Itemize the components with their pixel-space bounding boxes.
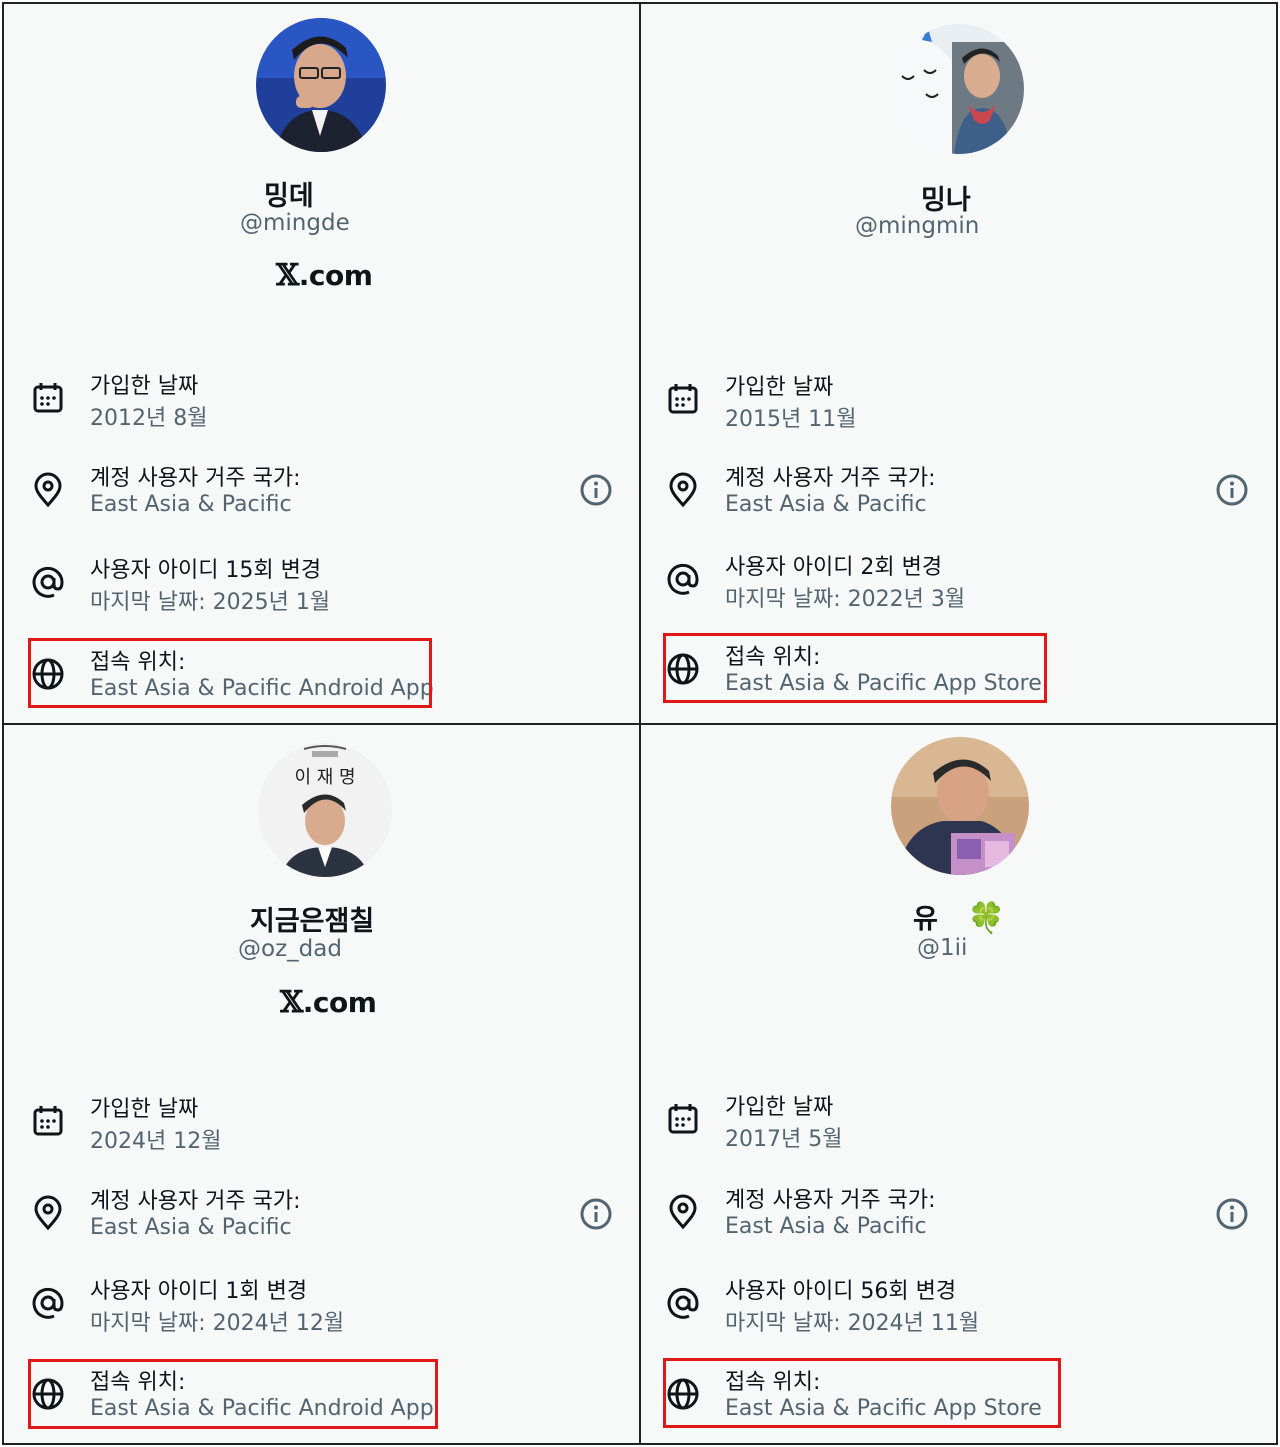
username-change-label: 사용자 아이디 15회 변경: [90, 558, 322, 583]
country-value: East Asia & Pacific: [90, 1215, 292, 1240]
joined-label: 가입한 날짜: [725, 1095, 834, 1120]
display-name: 밍데: [264, 181, 314, 212]
joined-label: 가입한 날짜: [90, 1097, 199, 1122]
info-icon[interactable]: [1215, 1197, 1249, 1231]
info-icon[interactable]: [579, 1197, 613, 1231]
clover-emoji: 🍀: [967, 901, 1006, 936]
display-name: 유 🍀: [913, 897, 1005, 936]
username-change-label: 사용자 아이디 2회 변경: [725, 555, 943, 580]
xcom-watermark: 𝕏.com: [276, 258, 373, 293]
country-label: 계정 사용자 거주 국가:: [90, 1189, 301, 1214]
location-pin-icon: [30, 472, 66, 508]
joined-value: 2024년 12월: [90, 1129, 222, 1154]
username-handle[interactable]: @mingmin: [855, 213, 979, 239]
calendar-icon: [30, 380, 66, 416]
country-label: 계정 사용자 거주 국가:: [725, 466, 936, 491]
username-change-label: 사용자 아이디 56회 변경: [725, 1279, 957, 1304]
highlight-box: [663, 1358, 1061, 1428]
display-name: 밍나: [921, 185, 971, 216]
username-change-value: 마지막 날짜: 2024년 11월: [725, 1311, 980, 1336]
profile-card-mingde: 밍데 @mingde 𝕏.com 가입한 날짜 2012년 8월 계정 사용자 …: [2, 2, 641, 725]
at-sign-icon: [30, 564, 66, 600]
country-value: East Asia & Pacific: [90, 492, 292, 517]
calendar-icon: [665, 1101, 701, 1137]
at-sign-icon: [665, 561, 701, 597]
country-label: 계정 사용자 거주 국가:: [90, 466, 301, 491]
avatar[interactable]: 이 재 명: [258, 743, 392, 877]
profile-card-mingmin: 밍나 @mingmin 가입한 날짜 2015년 11월 계정 사용자 거주 국…: [639, 2, 1278, 725]
info-icon[interactable]: [579, 473, 613, 507]
profile-card-oz-dad: 이 재 명 지금은잼칠 @oz_dad 𝕏.com 가입한 날짜 2024년 1…: [2, 723, 641, 1445]
highlight-box: [28, 638, 432, 708]
profile-comparison-grid: 밍데 @mingde 𝕏.com 가입한 날짜 2012년 8월 계정 사용자 …: [0, 0, 1280, 1447]
at-sign-icon: [665, 1285, 701, 1321]
username-handle[interactable]: @mingde: [240, 210, 350, 236]
country-value: East Asia & Pacific: [725, 1214, 927, 1239]
username-handle[interactable]: @oz_dad: [238, 936, 342, 962]
username-change-label: 사용자 아이디 1회 변경: [90, 1279, 308, 1304]
location-pin-icon: [665, 1194, 701, 1230]
username-change-value: 마지막 날짜: 2022년 3월: [725, 587, 966, 612]
profile-card-1ii: 유 🍀 @1ii 가입한 날짜 2017년 5월 계정 사용자 거주 국가: Ea…: [639, 723, 1278, 1445]
calendar-icon: [665, 381, 701, 417]
location-pin-icon: [665, 472, 701, 508]
avatar[interactable]: [256, 18, 386, 152]
username-handle[interactable]: @1ii: [917, 935, 967, 961]
joined-value: 2017년 5월: [725, 1127, 843, 1152]
display-name: 지금은잼칠: [250, 906, 375, 937]
joined-label: 가입한 날짜: [725, 375, 834, 400]
xcom-watermark: 𝕏.com: [280, 985, 377, 1020]
location-pin-icon: [30, 1195, 66, 1231]
joined-value: 2012년 8월: [90, 406, 208, 431]
calendar-icon: [30, 1103, 66, 1139]
highlight-box: [28, 1359, 438, 1429]
avatar[interactable]: [891, 737, 1029, 875]
joined-value: 2015년 11월: [725, 407, 857, 432]
joined-label: 가입한 날짜: [90, 374, 199, 399]
display-name-text: 유: [913, 904, 938, 935]
avatar[interactable]: [894, 24, 1024, 154]
username-change-value: 마지막 날짜: 2024년 12월: [90, 1311, 345, 1336]
info-icon[interactable]: [1215, 473, 1249, 507]
country-value: East Asia & Pacific: [725, 492, 927, 517]
username-change-value: 마지막 날짜: 2025년 1월: [90, 590, 331, 615]
svg-text:이 재 명: 이 재 명: [294, 767, 355, 788]
at-sign-icon: [30, 1285, 66, 1321]
highlight-box: [663, 633, 1047, 703]
country-label: 계정 사용자 거주 국가:: [725, 1188, 936, 1213]
